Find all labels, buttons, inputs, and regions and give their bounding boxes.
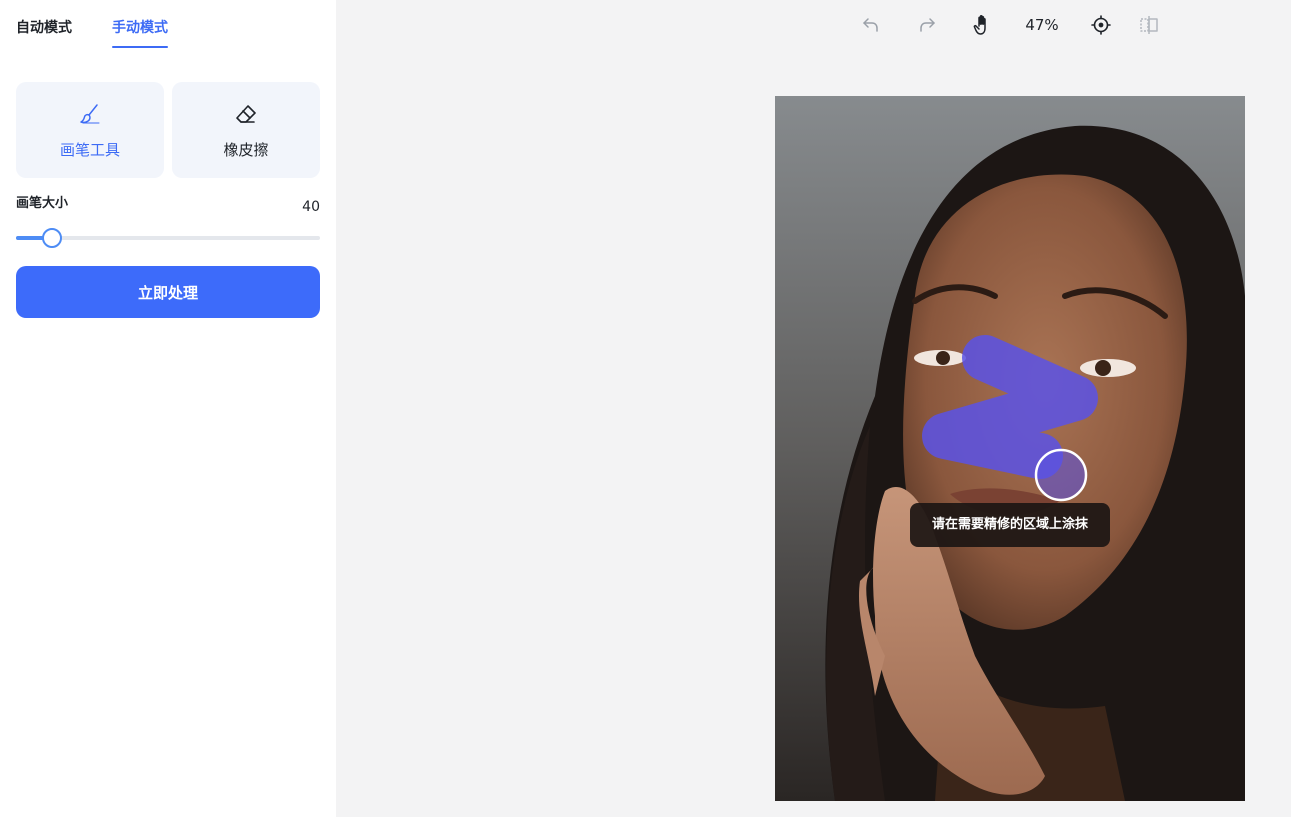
process-now-button[interactable]: 立即处理 [16, 266, 320, 318]
brush-size-value: 40 [302, 199, 320, 215]
eraser-tool-label: 橡皮擦 [223, 141, 269, 159]
canvas-hint-tooltip: 请在需要精修的区域上涂抹 [910, 503, 1110, 547]
crosshair-icon[interactable] [1089, 13, 1113, 37]
zoom-level[interactable]: 47% [1022, 15, 1062, 35]
canvas-toolbar: 47% [0, 10, 1291, 40]
compare-icon[interactable] [1137, 13, 1161, 37]
portrait-photo [775, 96, 1245, 801]
editing-canvas[interactable] [775, 96, 1245, 801]
redo-icon[interactable] [915, 13, 939, 37]
brush-tool-label: 画笔工具 [59, 141, 120, 159]
brush-tool-button[interactable]: 画笔工具 [16, 82, 164, 178]
brush-size-label: 画笔大小 [16, 196, 69, 211]
eraser-icon [236, 105, 256, 123]
brush-cursor [1034, 448, 1088, 502]
brush-size-slider[interactable] [16, 226, 320, 250]
hand-icon[interactable] [971, 13, 995, 37]
undo-icon[interactable] [859, 13, 883, 37]
brush-icon [80, 104, 100, 124]
sidebar: 自动模式 手动模式 画笔工具 橡皮擦 画笔大小 40 立即处理 [0, 0, 336, 817]
slider-thumb[interactable] [42, 228, 62, 248]
eraser-tool-button[interactable]: 橡皮擦 [172, 82, 320, 178]
